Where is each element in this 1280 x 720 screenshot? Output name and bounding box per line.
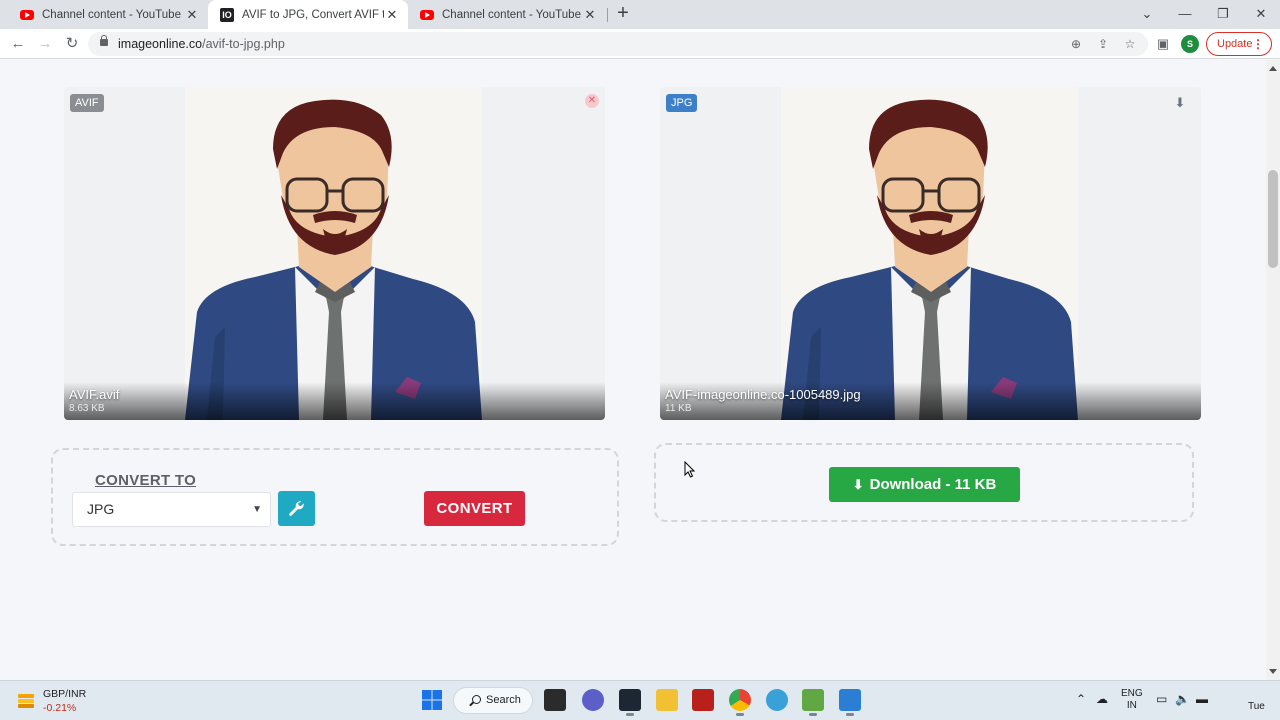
taskbar-search[interactable]: Search <box>453 687 533 714</box>
back-icon[interactable]: ← <box>7 33 29 55</box>
source-caption: AVIF.avif 8.63 KB <box>64 382 605 420</box>
lock-icon <box>100 35 108 46</box>
close-icon[interactable]: ✕ <box>384 7 400 23</box>
update-label: Update <box>1217 38 1253 50</box>
battery-icon[interactable]: ▬ <box>1196 692 1208 706</box>
close-window-icon[interactable]: ✕ <box>1242 0 1280 29</box>
result-image-preview <box>781 87 1078 420</box>
restore-icon[interactable]: ❐ <box>1204 0 1242 29</box>
download-icon: ⬇ <box>852 477 864 492</box>
profile-avatar[interactable]: S <box>1181 35 1199 53</box>
youtube-icon <box>420 9 434 20</box>
onedrive-icon[interactable]: ☁ <box>1096 692 1108 706</box>
zoom-icon[interactable]: ⊕ <box>1067 35 1085 53</box>
network-icon[interactable]: ▭ <box>1156 692 1167 706</box>
mouse-cursor-icon <box>684 461 695 478</box>
clock-day[interactable]: Tue <box>1248 701 1265 712</box>
imageonline-icon: IO <box>220 7 234 22</box>
chrome-icon[interactable] <box>729 689 751 716</box>
teams-chat-icon[interactable] <box>582 689 604 711</box>
url-path: /avif-to-jpg.php <box>202 37 285 51</box>
bookmark-star-icon[interactable]: ☆ <box>1121 35 1139 53</box>
source-image-preview <box>185 87 482 420</box>
lang-primary: ENG <box>1121 688 1143 699</box>
lang-secondary: IN <box>1126 700 1137 711</box>
search-label: Search <box>486 694 521 706</box>
close-icon[interactable]: ✕ <box>184 7 200 23</box>
convert-button[interactable]: CONVERT <box>424 491 525 526</box>
windows-start-icon[interactable] <box>421 689 443 711</box>
format-badge-jpg: JPG <box>666 94 698 112</box>
menu-dots-icon: ⋮ <box>1252 37 1264 51</box>
result-filename: AVIF-imageonline.co-1005489.jpg <box>665 387 861 402</box>
tab-strip: Channel content - YouTube Studio ✕ IO AV… <box>0 0 1280 29</box>
minimize-icon[interactable]: — <box>1166 0 1204 29</box>
download-panel: ⬇ Download - 11 KB <box>654 443 1194 522</box>
download-label: Download - 11 KB <box>869 476 997 493</box>
result-image-card: JPG ⬇ AVIF-imageonline.co-1005489.jpg 11… <box>660 87 1201 420</box>
scroll-up-icon[interactable] <box>1269 66 1277 71</box>
tab-title: Channel content - YouTube Studio <box>42 8 184 21</box>
scroll-thumb[interactable] <box>1268 170 1278 268</box>
tab-separator <box>607 8 608 22</box>
url-host: imageonline.co <box>118 37 203 51</box>
page-content: AVIF ✕ AVIF.avif 8.63 KB JPG ⬇ AVIF-imag… <box>0 60 1266 680</box>
search-icon <box>472 695 481 704</box>
tab-title: AVIF to JPG, Convert AVIF to JPG <box>242 8 384 21</box>
download-icon[interactable]: ⬇ <box>1173 96 1187 110</box>
url-text: imageonline.co/avif-to-jpg.php <box>118 37 285 51</box>
source-filesize: 8.63 KB <box>69 403 105 414</box>
page-scrollbar[interactable] <box>1266 60 1280 680</box>
source-filename: AVIF.avif <box>69 387 120 402</box>
youtube-icon <box>20 9 34 20</box>
volume-icon[interactable]: 🔈 <box>1175 692 1190 706</box>
convert-to-label: CONVERT TO <box>95 472 197 489</box>
browser-toolbar: ← → ↻ imageonline.co/avif-to-jpg.php ⊕ ⇪… <box>0 29 1280 59</box>
selected-format: JPG <box>87 501 115 517</box>
windows-taskbar: GBP/INR -0.21% Search ⌃ ☁ ENG IN ▭ 🔈 ▬ T… <box>0 680 1280 720</box>
side-panel-icon[interactable]: ▣ <box>1152 33 1174 55</box>
new-tab-button[interactable]: + <box>612 3 634 25</box>
scroll-down-icon[interactable] <box>1269 669 1277 674</box>
share-icon[interactable]: ⇪ <box>1094 35 1112 53</box>
format-select[interactable]: JPG ▼ <box>72 492 271 527</box>
close-icon[interactable]: ✕ <box>582 7 598 23</box>
tab-youtube-studio-2[interactable]: Channel content - YouTube Studio ✕ <box>408 0 606 29</box>
tray-chevron-up-icon[interactable]: ⌃ <box>1076 692 1086 706</box>
currency-pair: GBP/INR <box>43 688 87 700</box>
tab-search-chevron-icon[interactable]: ⌄ <box>1128 0 1166 29</box>
filezilla-icon[interactable] <box>692 689 714 711</box>
image-editor-icon[interactable] <box>802 689 824 716</box>
download-button[interactable]: ⬇ Download - 11 KB <box>829 467 1020 502</box>
currency-widget-icon[interactable] <box>16 690 36 710</box>
result-filesize: 11 KB <box>665 403 692 414</box>
notepad-icon[interactable] <box>839 689 861 716</box>
tab-avif-to-jpg[interactable]: IO AVIF to JPG, Convert AVIF to JPG ✕ <box>208 0 408 29</box>
task-view-icon[interactable] <box>544 689 566 711</box>
source-image-card: AVIF ✕ AVIF.avif 8.63 KB <box>64 87 605 420</box>
address-bar[interactable]: imageonline.co/avif-to-jpg.php ⊕ ⇪ ☆ <box>88 32 1148 56</box>
currency-change: -0.21% <box>43 702 77 714</box>
reload-icon[interactable]: ↻ <box>61 33 83 55</box>
language-indicator[interactable]: ENG IN <box>1121 688 1143 712</box>
forward-icon[interactable]: → <box>34 33 56 55</box>
network-app-icon[interactable] <box>766 689 788 711</box>
remove-icon[interactable]: ✕ <box>585 94 599 108</box>
terminal-app-icon[interactable] <box>619 689 641 716</box>
format-badge-avif: AVIF <box>70 94 104 112</box>
convert-panel: CONVERT TO JPG ▼ CONVERT <box>51 448 619 546</box>
chevron-down-icon: ▼ <box>252 504 262 515</box>
tab-title: Channel content - YouTube Studio <box>442 8 582 21</box>
wrench-icon <box>289 501 304 516</box>
result-caption: AVIF-imageonline.co-1005489.jpg 11 KB <box>660 382 1201 420</box>
file-explorer-icon[interactable] <box>656 689 678 711</box>
update-button[interactable]: Update ⋮ <box>1206 32 1272 56</box>
settings-button[interactable] <box>278 491 315 526</box>
tab-youtube-studio-1[interactable]: Channel content - YouTube Studio ✕ <box>8 0 208 29</box>
